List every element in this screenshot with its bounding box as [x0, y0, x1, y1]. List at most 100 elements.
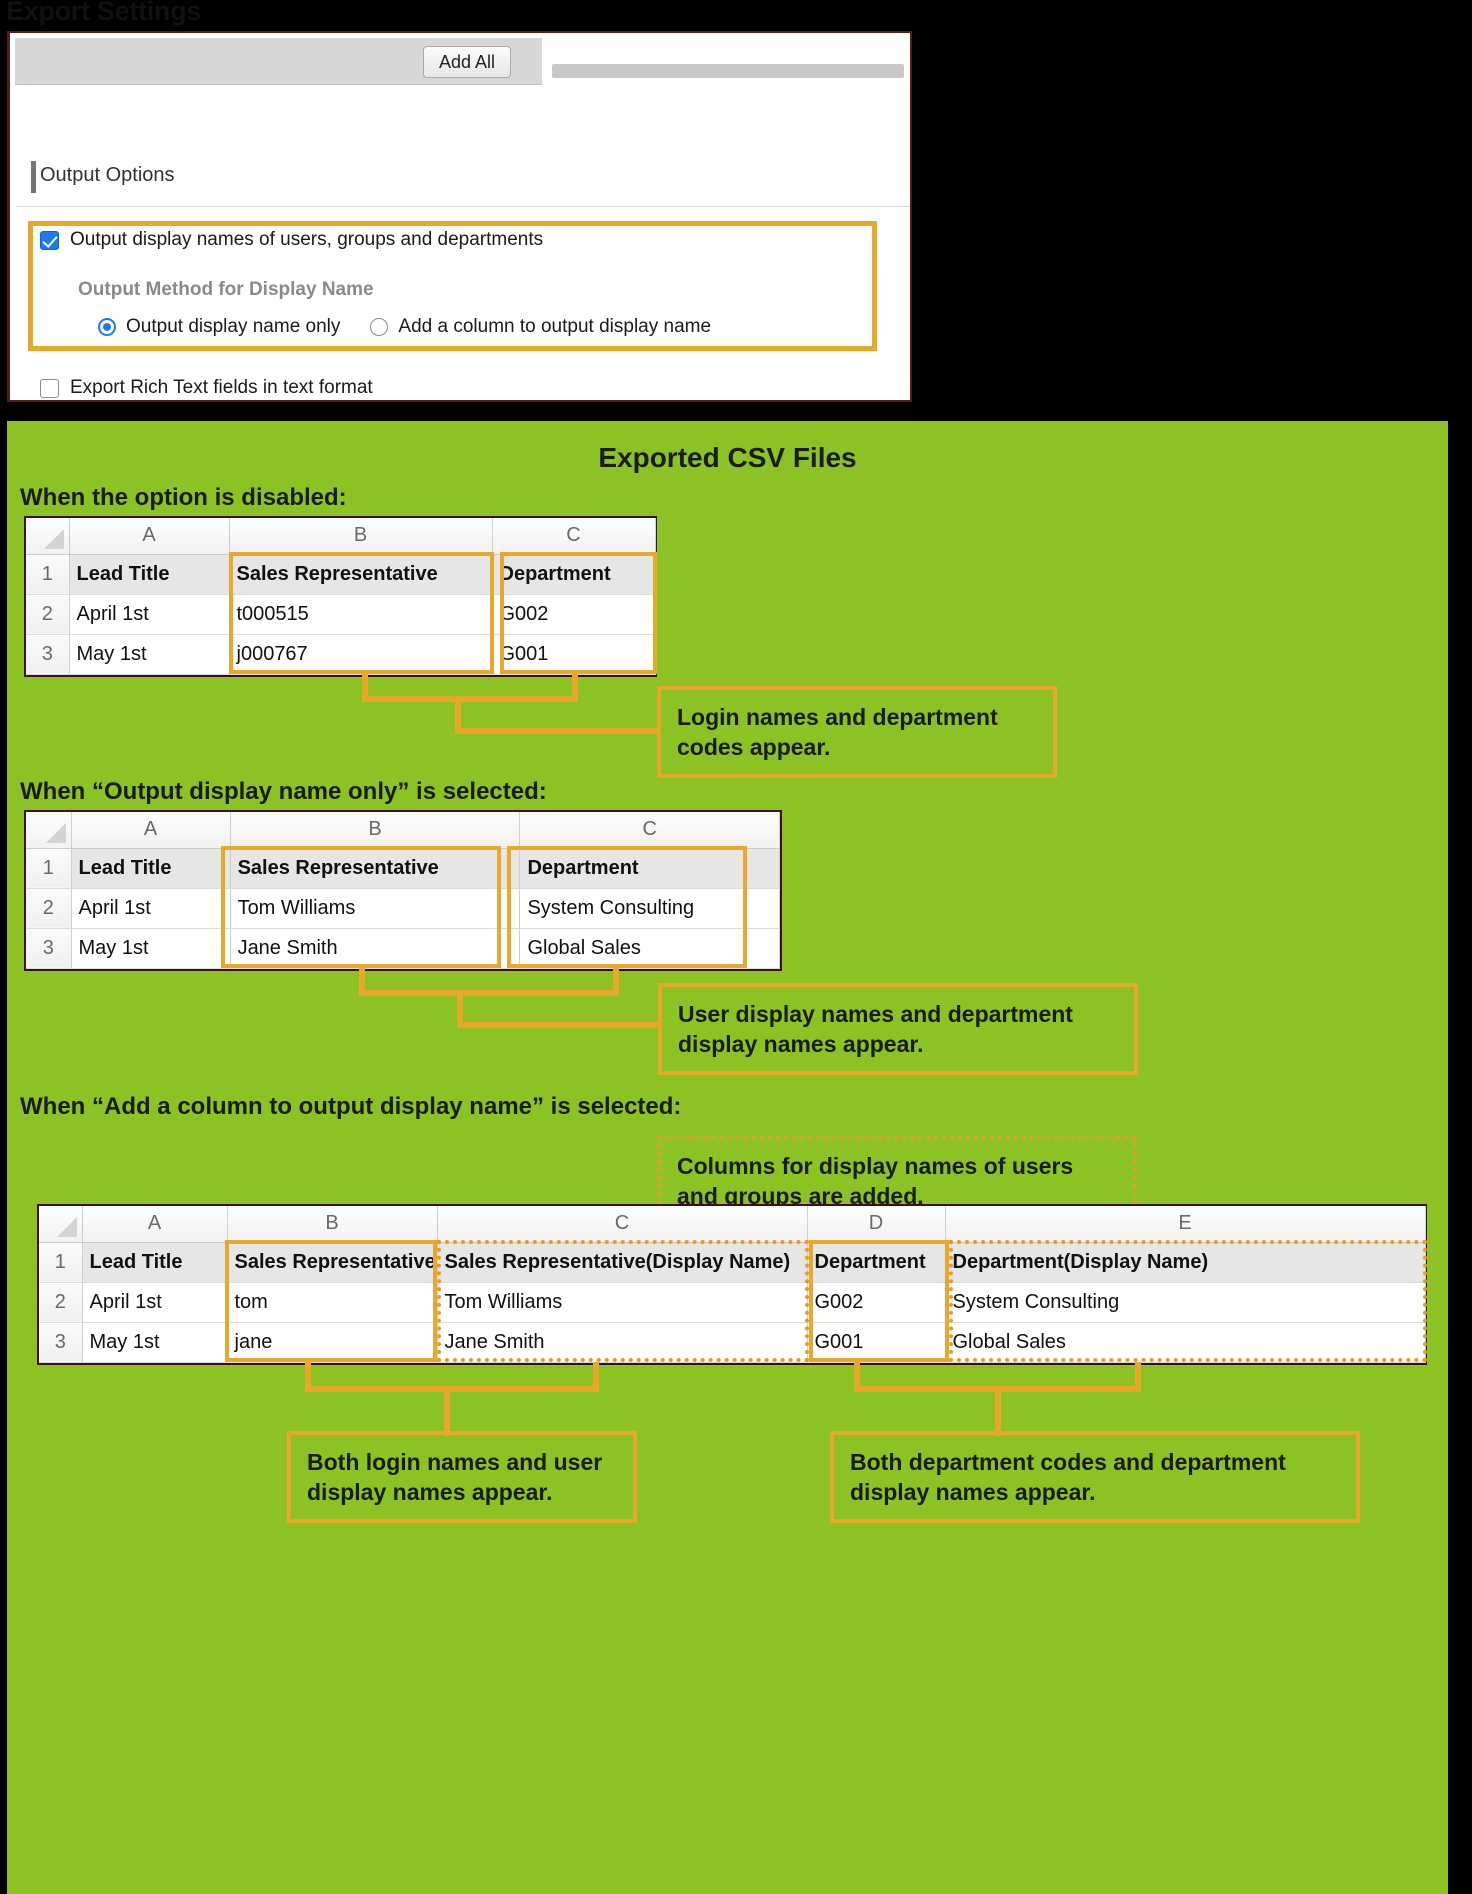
- cell[interactable]: Global Sales: [519, 928, 780, 969]
- table-row: 2 April 1st t000515 G002: [26, 594, 656, 635]
- cell[interactable]: Sales Representative: [229, 554, 493, 595]
- display-names-checkbox-label: Output display names of users, groups an…: [70, 229, 544, 250]
- output-method-label: Output Method for Display Name: [78, 279, 374, 300]
- cell[interactable]: Department(Display Name): [945, 1242, 1426, 1283]
- sheet-corner[interactable]: [26, 812, 72, 849]
- horizontal-scrollbar[interactable]: [552, 64, 904, 78]
- checkbox-checked-icon[interactable]: [40, 230, 59, 250]
- field-list-pane: [543, 38, 910, 85]
- cell[interactable]: May 1st: [69, 634, 230, 675]
- cell[interactable]: Department: [519, 848, 780, 889]
- cell[interactable]: Tom Williams: [437, 1282, 808, 1323]
- add-all-button[interactable]: Add All: [423, 46, 511, 78]
- column-header-b[interactable]: B: [230, 812, 521, 849]
- cell[interactable]: t000515: [229, 594, 493, 635]
- cell[interactable]: Lead Title: [82, 1242, 228, 1283]
- column-header-c[interactable]: C: [492, 518, 656, 555]
- callout-case-2: User display names and department displa…: [658, 983, 1138, 1075]
- cell[interactable]: Jane Smith: [230, 928, 521, 969]
- cell[interactable]: April 1st: [71, 888, 231, 929]
- cell[interactable]: jane: [227, 1322, 438, 1363]
- radio-add-column-label: Add a column to output display name: [398, 316, 712, 337]
- connector-2c: [613, 968, 619, 996]
- row-number[interactable]: 3: [39, 1322, 83, 1363]
- column-header-e[interactable]: E: [945, 1206, 1426, 1243]
- field-picker-toolbar: Add All: [15, 38, 542, 85]
- connector-3g: [1135, 1362, 1141, 1392]
- connector-1e: [455, 728, 660, 734]
- cell[interactable]: Sales Representative: [230, 848, 521, 889]
- rich-text-checkbox-row[interactable]: Export Rich Text fields in text format: [40, 377, 373, 399]
- cell[interactable]: Department: [807, 1242, 946, 1283]
- screenshot-root: Export Settings Add All Output Options O…: [0, 0, 1472, 1894]
- section-divider: [16, 206, 910, 207]
- cell[interactable]: System Consulting: [945, 1282, 1426, 1323]
- column-header-b[interactable]: B: [229, 518, 493, 555]
- column-header-c[interactable]: C: [437, 1206, 808, 1243]
- row-number[interactable]: 1: [26, 554, 70, 595]
- cell[interactable]: j000767: [229, 634, 493, 675]
- cell[interactable]: Global Sales: [945, 1322, 1426, 1363]
- radio-unselected-icon[interactable]: [370, 318, 389, 336]
- sheet-corner[interactable]: [26, 518, 70, 555]
- cell[interactable]: Department: [492, 554, 656, 595]
- connector-2e: [457, 1022, 662, 1028]
- connector-1b: [362, 696, 578, 702]
- column-header-a[interactable]: A: [69, 518, 230, 555]
- row-number[interactable]: 1: [26, 848, 72, 889]
- table-row: 3 May 1st j000767 G001: [26, 634, 656, 675]
- cell[interactable]: Lead Title: [69, 554, 230, 595]
- cell[interactable]: May 1st: [71, 928, 231, 969]
- cell[interactable]: April 1st: [82, 1282, 228, 1323]
- csv-table-3: A B C D E 1 Lead Title Sales Representat…: [37, 1204, 1427, 1365]
- column-header-b[interactable]: B: [227, 1206, 438, 1243]
- cell[interactable]: April 1st: [69, 594, 230, 635]
- cell[interactable]: System Consulting: [519, 888, 780, 929]
- cell[interactable]: G002: [492, 594, 656, 635]
- case-2-heading: When “Output display name only” is selec…: [20, 778, 547, 805]
- row-number[interactable]: 2: [39, 1282, 83, 1323]
- cell[interactable]: G002: [807, 1282, 946, 1323]
- row-number[interactable]: 2: [26, 888, 72, 929]
- row-number[interactable]: 3: [26, 634, 70, 675]
- table-row: 3 May 1st jane Jane Smith G001 Global Sa…: [39, 1322, 1426, 1363]
- column-header-c[interactable]: C: [519, 812, 780, 849]
- page-title: Export Settings: [6, 0, 202, 26]
- column-header-row: A B C D E: [39, 1206, 1426, 1243]
- table-row: 1 Lead Title Sales Representative Depart…: [26, 848, 780, 889]
- radio-selected-icon[interactable]: [98, 318, 116, 336]
- cell[interactable]: G001: [492, 634, 656, 675]
- exported-csv-section: Exported CSV Files When the option is di…: [7, 421, 1448, 1894]
- column-header-a[interactable]: A: [71, 812, 231, 849]
- output-method-radio-group[interactable]: Output display name only Add a column to…: [98, 316, 711, 338]
- table-row: 1 Lead Title Sales Representative Depart…: [26, 554, 656, 595]
- cell[interactable]: Tom Williams: [230, 888, 521, 929]
- cell[interactable]: G001: [807, 1322, 946, 1363]
- cell[interactable]: tom: [227, 1282, 438, 1323]
- cell[interactable]: Sales Representative: [227, 1242, 438, 1283]
- section-accent-bar: [31, 161, 36, 193]
- exported-csv-title: Exported CSV Files: [598, 442, 857, 473]
- connector-3c: [593, 1362, 599, 1392]
- row-number[interactable]: 2: [26, 594, 70, 635]
- radio-output-display-name-only-label: Output display name only: [126, 316, 341, 337]
- cell[interactable]: Sales Representative(Display Name): [437, 1242, 808, 1283]
- column-header-d[interactable]: D: [807, 1206, 946, 1243]
- callout-case-3-left: Both login names and user display names …: [287, 1431, 637, 1523]
- column-header-a[interactable]: A: [82, 1206, 228, 1243]
- checkbox-unchecked-icon[interactable]: [40, 378, 59, 398]
- cell[interactable]: Jane Smith: [437, 1322, 808, 1363]
- display-names-checkbox-row[interactable]: Output display names of users, groups an…: [40, 229, 543, 251]
- callout-case-3-right: Both department codes and department dis…: [830, 1431, 1360, 1523]
- rich-text-checkbox-label: Export Rich Text fields in text format: [70, 377, 373, 398]
- row-number[interactable]: 1: [39, 1242, 83, 1283]
- cell[interactable]: May 1st: [82, 1322, 228, 1363]
- export-settings-panel: Add All Output Options Output display na…: [7, 31, 912, 402]
- row-number[interactable]: 3: [26, 928, 72, 969]
- case-3-heading: When “Add a column to output display nam…: [20, 1093, 682, 1120]
- sheet-corner[interactable]: [39, 1206, 83, 1243]
- table-row: 3 May 1st Jane Smith Global Sales: [26, 928, 780, 969]
- column-header-row: A B C: [26, 518, 656, 555]
- cell[interactable]: Lead Title: [71, 848, 231, 889]
- connector-1c: [572, 674, 578, 702]
